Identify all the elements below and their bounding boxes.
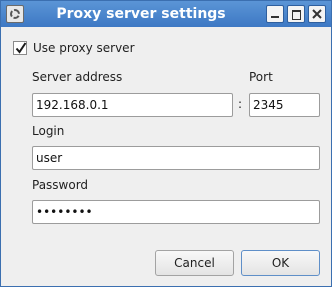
ok-button[interactable]: OK: [241, 250, 320, 276]
port-input[interactable]: 2345: [249, 93, 320, 117]
title-bar[interactable]: Proxy server settings: [1, 1, 331, 27]
password-label: Password: [32, 178, 89, 192]
close-icon: [312, 9, 322, 19]
window-title: Proxy server settings: [56, 6, 226, 22]
cancel-button[interactable]: Cancel: [155, 250, 234, 276]
server-address-label: Server address: [32, 70, 123, 84]
login-label: Login: [32, 124, 65, 138]
address-port-separator: :: [238, 97, 243, 111]
maximize-button[interactable]: [287, 5, 305, 23]
minimize-button[interactable]: [266, 5, 284, 23]
app-gear-icon[interactable]: [6, 5, 24, 23]
use-proxy-checkbox[interactable]: [13, 41, 27, 55]
proxy-settings-dialog: Proxy server settings Use proxy server S…: [0, 0, 332, 287]
server-address-input[interactable]: 192.168.0.1: [32, 93, 233, 117]
port-label: Port: [249, 70, 273, 84]
login-input[interactable]: user: [32, 146, 320, 170]
close-button[interactable]: [308, 5, 326, 23]
use-proxy-label[interactable]: Use proxy server: [33, 41, 135, 56]
checkmark-icon: [15, 42, 27, 54]
password-input[interactable]: ••••••••: [32, 200, 320, 224]
